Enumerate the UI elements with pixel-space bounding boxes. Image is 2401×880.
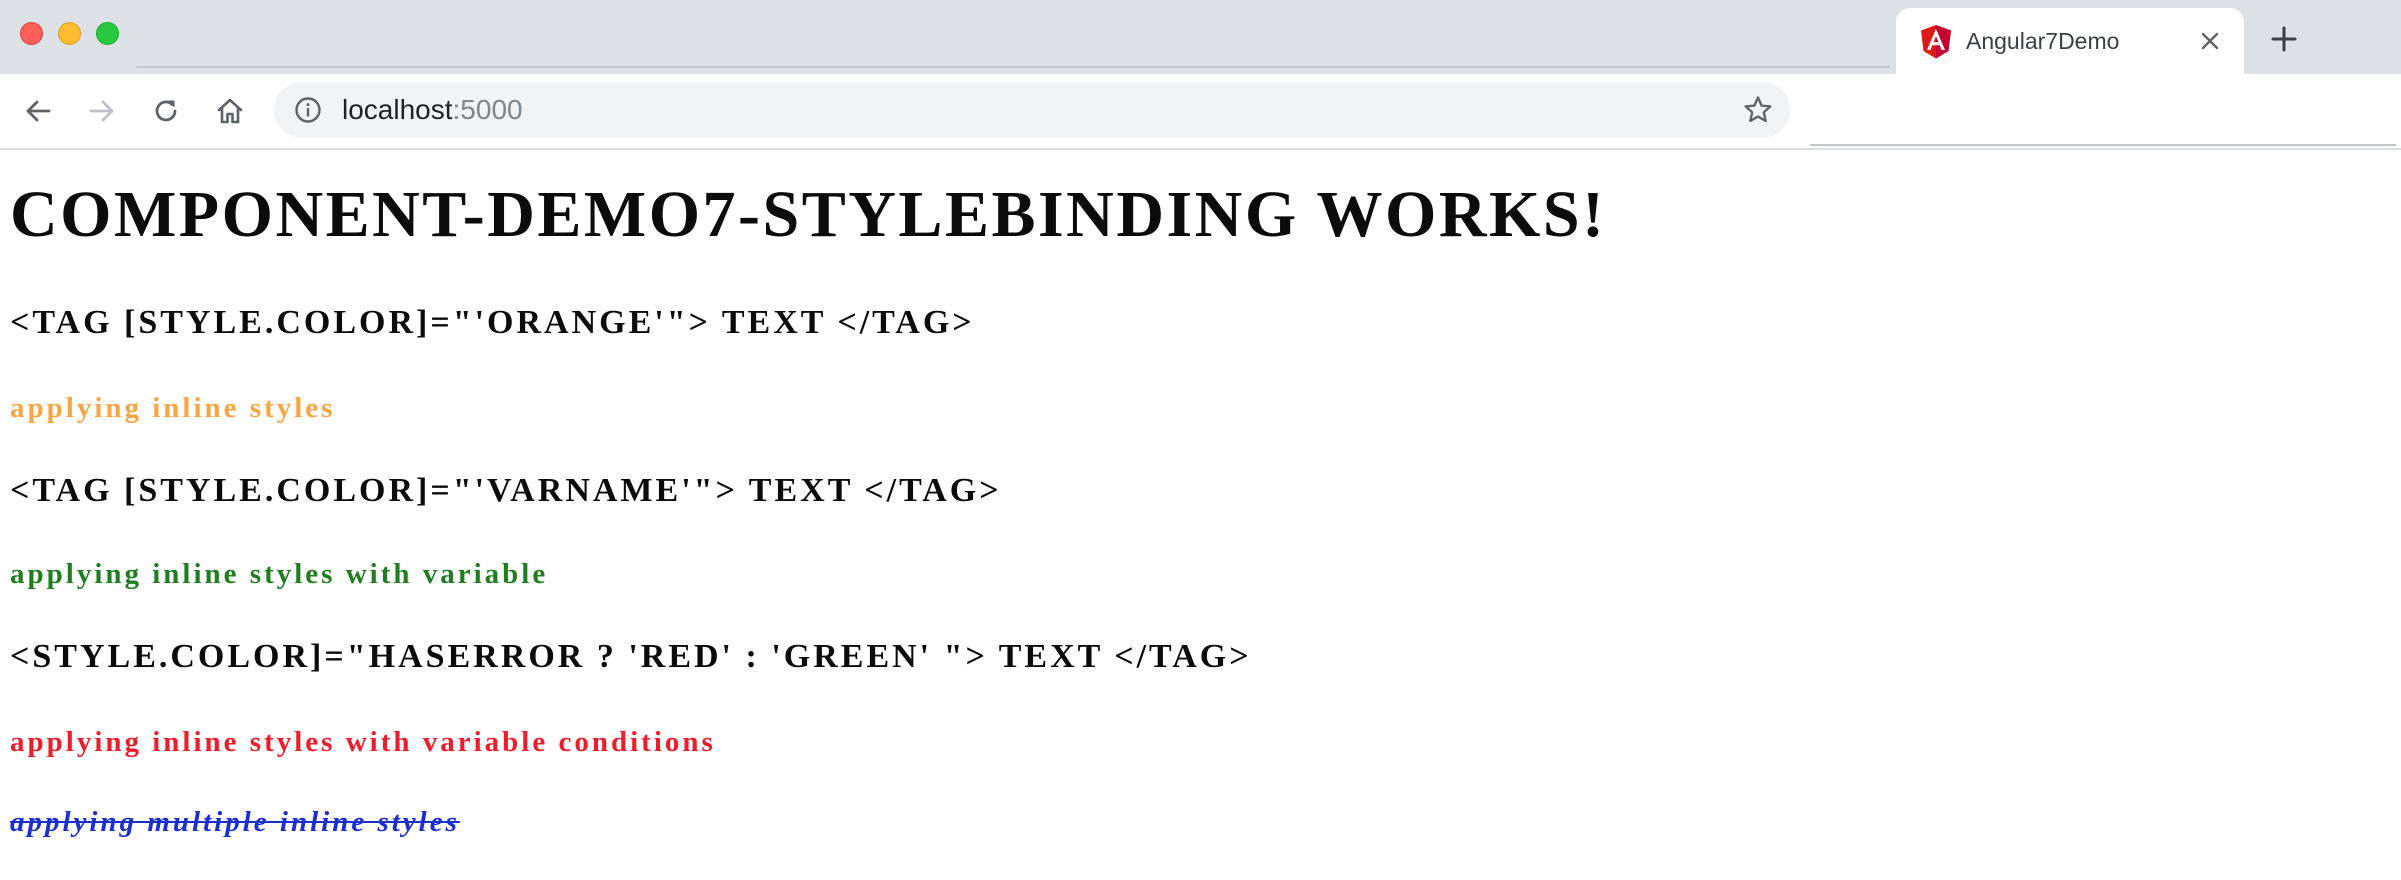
section-heading-orange: <tag [style.color]="'orange'"> text </ta…	[10, 304, 975, 341]
address-bar[interactable]: localhost:5000	[274, 82, 1790, 138]
page-title: component-demo7-stylebinding works!	[10, 178, 1607, 251]
variable-styled-text: applying inline styles with variable	[10, 558, 549, 590]
reload-icon[interactable]	[146, 91, 186, 131]
window-maximize-button[interactable]	[96, 22, 119, 45]
url-text: localhost:5000	[342, 82, 523, 138]
window-close-button[interactable]	[20, 22, 43, 45]
url-host: localhost	[342, 94, 453, 125]
plus-icon[interactable]	[2264, 19, 2304, 59]
section-heading-varname: <tag [style.color]="'varName'"> text </t…	[10, 472, 1002, 509]
arrow-right-icon[interactable]	[82, 91, 122, 131]
orange-styled-text: applying inline styles	[10, 392, 336, 424]
url-port: :5000	[452, 94, 523, 125]
conditional-styled-text: applying inline styles with variable con…	[10, 726, 716, 758]
arrow-left-icon[interactable]	[18, 91, 58, 131]
multiple-styled-text: applying multiple inline styles	[10, 806, 460, 838]
star-icon[interactable]	[1742, 94, 1774, 126]
info-icon[interactable]	[294, 96, 322, 124]
tab-strip-divider	[136, 66, 1890, 68]
browser-tab[interactable]: Angular7Demo	[1896, 8, 2244, 74]
window-minimize-button[interactable]	[58, 22, 81, 45]
home-icon[interactable]	[210, 91, 250, 131]
close-icon[interactable]	[2194, 25, 2226, 57]
tab-title: Angular7Demo	[1966, 28, 2120, 54]
section-heading-condition: <style.color]="hasError ? 'red' : 'green…	[10, 638, 1252, 675]
angular-icon	[1920, 25, 1952, 59]
browser-toolbar: localhost:5000	[0, 74, 2401, 150]
toolbar-extension-line	[1810, 144, 2396, 146]
tab-strip: Angular7Demo	[0, 0, 2401, 74]
